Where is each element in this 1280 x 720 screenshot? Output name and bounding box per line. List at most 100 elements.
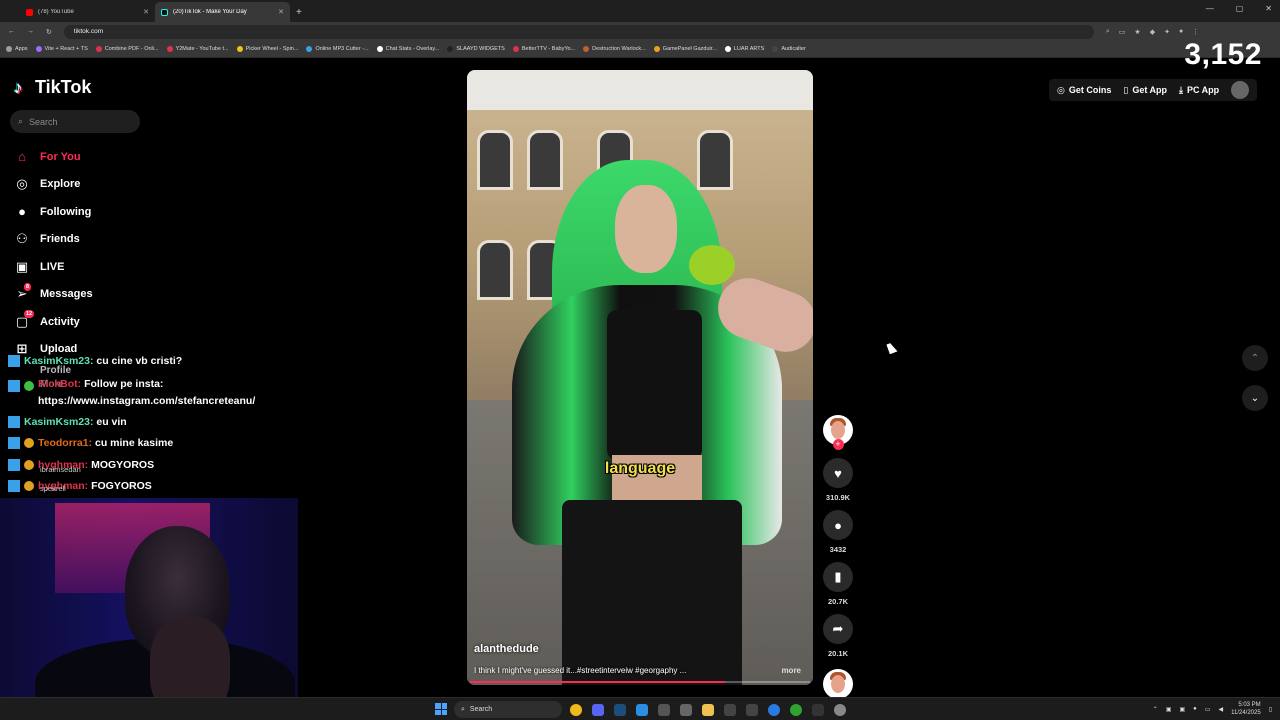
- video-author[interactable]: alanthedude: [474, 643, 539, 655]
- sound-avatar[interactable]: [823, 669, 853, 699]
- get-coins-button[interactable]: ◎ Get Coins: [1057, 85, 1111, 96]
- notifications-icon[interactable]: ▯: [1269, 706, 1272, 713]
- nav-label: Friends: [40, 233, 80, 246]
- description-more-button[interactable]: more: [781, 666, 801, 675]
- tab-tiktok[interactable]: (20)TikTok - Make Your Day ✕: [155, 2, 290, 22]
- bookmark-item[interactable]: Chat Stats - Overlay...: [376, 46, 439, 52]
- extension-icon[interactable]: ◆: [1150, 28, 1155, 36]
- save-count: 20.7K: [827, 597, 848, 606]
- chat-username: KickBot:: [38, 377, 82, 390]
- video-face: [615, 185, 677, 273]
- bookmark-item[interactable]: LUAR ARTS: [724, 46, 764, 52]
- chat-text: FOGYOROS: [88, 480, 152, 492]
- calculator-icon[interactable]: [680, 704, 692, 716]
- video-actions: + ♥ 310.9K ● 3432 ▮ 20.7K ➦ 20.1K: [821, 415, 855, 699]
- bookmark-item[interactable]: GamePanel Gazduir...: [653, 46, 717, 52]
- reload-icon[interactable]: ↻: [46, 28, 52, 36]
- avatar-face: [831, 421, 845, 439]
- video-progress-bar[interactable]: [470, 681, 810, 683]
- network-icon[interactable]: ▭: [1205, 706, 1211, 713]
- bookmark-item[interactable]: Picker Wheel - Spin...: [236, 46, 298, 52]
- bookmark-item[interactable]: Destruction Warlock...: [583, 46, 646, 52]
- comment-button[interactable]: ●: [823, 510, 853, 540]
- steam-icon[interactable]: [614, 704, 626, 716]
- nav-item-messages[interactable]: ➢ 8 Messages: [14, 281, 164, 309]
- menu-icon[interactable]: ⋮: [1192, 28, 1199, 36]
- follow-plus-icon[interactable]: +: [832, 439, 844, 450]
- like-button[interactable]: ♥: [823, 458, 853, 488]
- chrome-icon[interactable]: [570, 704, 582, 716]
- new-tab-button[interactable]: +: [296, 7, 302, 18]
- previous-video-button[interactable]: ⌃: [1242, 345, 1268, 371]
- close-window-icon[interactable]: ✕: [1265, 4, 1272, 13]
- app-icon[interactable]: [746, 704, 758, 716]
- nav-label: Following: [40, 205, 92, 218]
- puzzle-icon[interactable]: ✦: [1164, 28, 1170, 36]
- comment-count: 3432: [829, 545, 847, 554]
- install-icon[interactable]: ▭: [1119, 28, 1126, 36]
- minimize-icon[interactable]: —: [1206, 4, 1214, 13]
- chat-text: cu mine kasime: [92, 437, 174, 449]
- volume-icon[interactable]: ◀: [1218, 706, 1223, 713]
- maximize-icon[interactable]: ▢: [1236, 4, 1244, 13]
- nav-item-activity[interactable]: ▢ 12 Activity: [14, 308, 164, 336]
- bookmark-item[interactable]: Apps: [6, 46, 28, 52]
- bookmark-favicon-icon: [772, 46, 779, 52]
- like-count: 310.9K: [825, 493, 851, 502]
- nav-item-live[interactable]: ▣ LIVE: [14, 253, 164, 281]
- app-icon[interactable]: [658, 704, 670, 716]
- search-input[interactable]: ⌕ Search: [10, 110, 140, 133]
- zoom-icon[interactable]: ⌕: [1106, 28, 1110, 36]
- save-button[interactable]: ▮: [823, 562, 853, 592]
- chat-text: cu cine vb cristi?: [93, 355, 183, 367]
- taskbar-search[interactable]: ⌕ Search: [454, 701, 562, 718]
- bookmark-item[interactable]: BetterTTV - BabyYo...: [512, 46, 575, 52]
- nav-item-for-you[interactable]: ⌂ For You: [14, 143, 164, 171]
- nav-item-explore[interactable]: ◎ Explore: [14, 171, 164, 199]
- pc-app-button[interactable]: ⤓ PC App: [1179, 85, 1219, 96]
- bookmark-star-icon[interactable]: ★: [1134, 28, 1140, 36]
- tab-title: (20)TikTok - Make Your Day: [173, 9, 247, 15]
- chat-line: KasimKsm23: cu cine vb cristi?: [24, 351, 182, 373]
- discord-icon[interactable]: [592, 704, 604, 716]
- profile-icon[interactable]: ●: [1179, 28, 1183, 36]
- bookmark-item[interactable]: Combine PDF - Onli...: [95, 46, 159, 52]
- bookmark-item[interactable]: SLAAYD WIDGETS: [447, 46, 505, 52]
- bookmark-item[interactable]: Y2Mate - YouTube t...: [166, 46, 229, 52]
- microphone-icon[interactable]: ●: [1193, 706, 1197, 712]
- get-app-button[interactable]: ▯ Get App: [1123, 85, 1167, 96]
- app-icon[interactable]: [724, 704, 736, 716]
- app-icon[interactable]: [812, 704, 824, 716]
- nav-item-friends[interactable]: ⚇ Friends: [14, 226, 164, 254]
- obs-icon[interactable]: [834, 704, 846, 716]
- app-icon[interactable]: [768, 704, 780, 716]
- next-video-button[interactable]: ⌄: [1242, 385, 1268, 411]
- tray-app-icon[interactable]: ▣: [1180, 706, 1186, 713]
- tab-youtube[interactable]: (78) YouTube ✕: [20, 2, 155, 22]
- folder-icon[interactable]: [702, 704, 714, 716]
- chat-message: KickBot: Follow pe insta: https://www.in…: [8, 373, 308, 412]
- start-button[interactable]: [435, 703, 447, 715]
- bookmark-item[interactable]: Vite + React + TS: [35, 46, 88, 52]
- tab-close-icon[interactable]: ✕: [143, 8, 149, 16]
- extensions-area: ⌕ ▭ ★ ◆ ✦ ● ⋮: [1106, 28, 1199, 36]
- nav-item-following[interactable]: ● Following: [14, 198, 164, 226]
- video-player[interactable]: language alanthedude I think I might've …: [467, 70, 813, 685]
- bookmark-item[interactable]: Online MP3 Cutter -...: [306, 46, 369, 52]
- user-avatar[interactable]: [1231, 81, 1250, 99]
- forward-icon[interactable]: →: [27, 28, 34, 35]
- tab-close-icon[interactable]: ✕: [278, 8, 284, 16]
- bookmark-item[interactable]: Audicalter: [772, 46, 806, 52]
- chevron-up-icon[interactable]: ⌃: [1153, 706, 1158, 713]
- chat-line: KasimKsm23: eu vin: [24, 412, 127, 434]
- clock[interactable]: 5:03 PM 11/24/2025: [1231, 701, 1261, 717]
- back-icon[interactable]: ←: [8, 28, 15, 35]
- home-icon: ⌂: [18, 149, 26, 165]
- video-description: I think I might've guessed it...#streeti…: [474, 666, 687, 675]
- url-field[interactable]: tiktok.com: [63, 24, 1094, 39]
- xbox-icon[interactable]: [790, 704, 802, 716]
- tiktok-logo[interactable]: ♪ TikTok: [14, 77, 91, 98]
- share-button[interactable]: ➦: [823, 614, 853, 644]
- vscode-icon[interactable]: [636, 704, 648, 716]
- tray-app-icon[interactable]: ▣: [1166, 706, 1172, 713]
